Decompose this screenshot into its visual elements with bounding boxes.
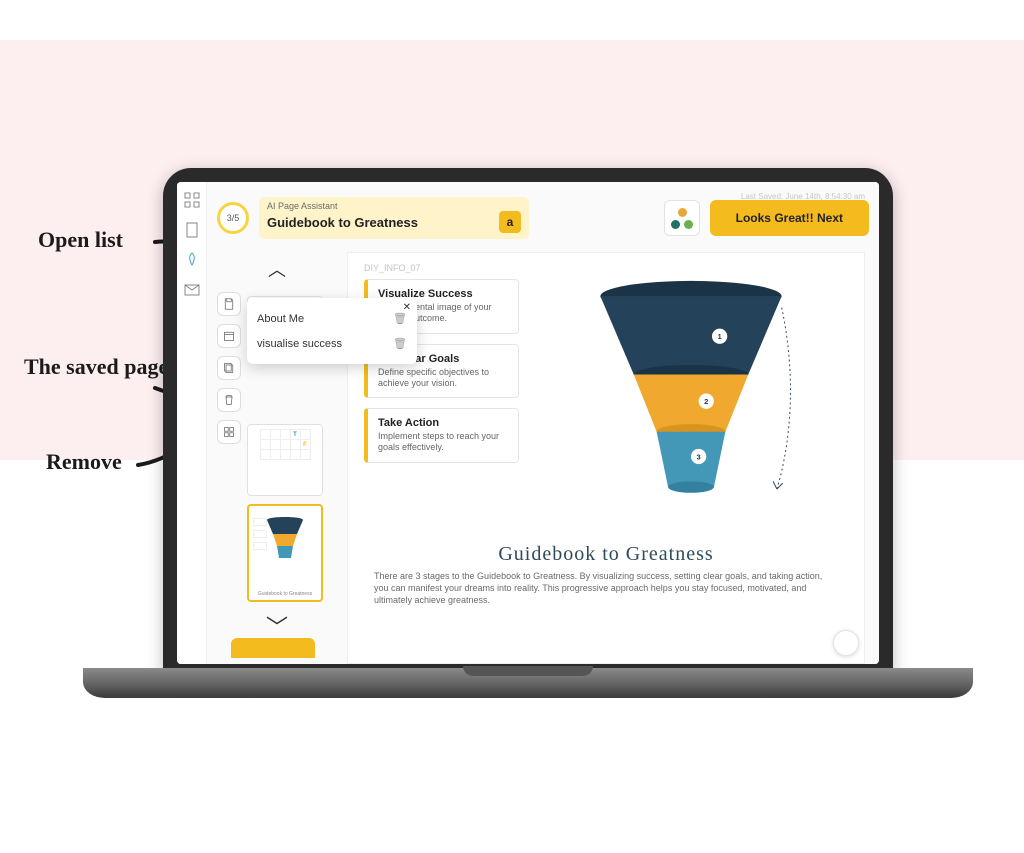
svg-text:1: 1 bbox=[717, 332, 722, 341]
saved-page-row[interactable]: About Me 🗑 bbox=[257, 306, 407, 331]
palette-dots-icon bbox=[670, 206, 694, 230]
step-desc: Define specific objectives to achieve yo… bbox=[378, 367, 508, 390]
assistant-title[interactable]: Guidebook to Greatness bbox=[267, 215, 493, 230]
more-page-button[interactable] bbox=[217, 420, 241, 444]
laptop-notch bbox=[463, 666, 593, 676]
bottom-yellow-bar bbox=[231, 638, 315, 658]
assistant-panel: AI Page Assistant Guidebook to Greatness… bbox=[259, 197, 529, 239]
mail-icon[interactable] bbox=[184, 282, 200, 298]
grid-icon[interactable] bbox=[184, 192, 200, 208]
laptop-mockup: Last Saved: June 14th, 8:54:30 am 3/5 AI… bbox=[163, 168, 893, 698]
svg-text:3: 3 bbox=[696, 452, 700, 461]
trash-icon[interactable]: 🗑 bbox=[393, 337, 407, 350]
thumbnail-column: ︿ bbox=[217, 252, 337, 664]
app-icon-rail bbox=[177, 182, 207, 664]
saved-page-row[interactable]: visualise success 🗑 bbox=[257, 331, 407, 356]
copy-page-button[interactable] bbox=[217, 356, 241, 380]
canvas-title: Guidebook to Greatness bbox=[364, 543, 848, 566]
popout-close-button[interactable]: ✕ bbox=[403, 302, 411, 313]
step-desc: Implement steps to reach your goals effe… bbox=[378, 431, 508, 454]
topbar: 3/5 AI Page Assistant Guidebook to Great… bbox=[217, 190, 869, 246]
next-button[interactable]: Looks Great!! Next bbox=[710, 200, 869, 236]
assistant-label: AI Page Assistant bbox=[267, 201, 521, 211]
page-thumb[interactable]: T F bbox=[247, 424, 323, 496]
workspace: ︿ bbox=[217, 252, 869, 664]
save-page-button[interactable] bbox=[217, 292, 241, 316]
annotation-saved-page: The saved page bbox=[24, 355, 168, 379]
progress-indicator: 3/5 bbox=[217, 202, 249, 234]
saved-page-label: visualise success bbox=[257, 338, 342, 350]
palette-button[interactable] bbox=[664, 200, 700, 236]
editor-canvas: DIY_INFO_07 Visualize Success Create men… bbox=[347, 252, 865, 664]
saved-page-label: About Me bbox=[257, 313, 304, 325]
page-thumb-selected[interactable]: Guidebook to Greatness bbox=[247, 504, 323, 602]
saved-pages-popout: ✕ About Me 🗑 visualise success 🗑 bbox=[247, 298, 417, 364]
annotation-remove: Remove bbox=[46, 450, 122, 474]
canvas-description: There are 3 stages to the Guidebook to G… bbox=[374, 570, 838, 606]
rocket-icon[interactable] bbox=[184, 252, 200, 268]
open-saved-list-button[interactable] bbox=[217, 324, 241, 348]
page-tool-column bbox=[217, 292, 241, 444]
template-id-label: DIY_INFO_07 bbox=[364, 263, 848, 273]
step-title: Take Action bbox=[378, 417, 508, 429]
delete-page-button[interactable] bbox=[217, 388, 241, 412]
step-card[interactable]: Take Action Implement steps to reach you… bbox=[364, 408, 519, 463]
help-fab[interactable] bbox=[833, 630, 859, 656]
regenerate-icon[interactable]: a bbox=[499, 211, 521, 233]
thumb-up-button[interactable]: ︿ bbox=[217, 252, 337, 286]
annotation-open-list: Open list bbox=[38, 228, 123, 252]
funnel-graphic: 1 2 3 bbox=[533, 279, 848, 537]
svg-text:2: 2 bbox=[704, 397, 708, 406]
page-icon[interactable] bbox=[184, 222, 200, 238]
app-screen: Last Saved: June 14th, 8:54:30 am 3/5 AI… bbox=[177, 182, 879, 664]
laptop-bezel: Last Saved: June 14th, 8:54:30 am 3/5 AI… bbox=[163, 168, 893, 678]
trash-icon[interactable]: 🗑 bbox=[393, 312, 407, 325]
laptop-base bbox=[83, 668, 973, 698]
